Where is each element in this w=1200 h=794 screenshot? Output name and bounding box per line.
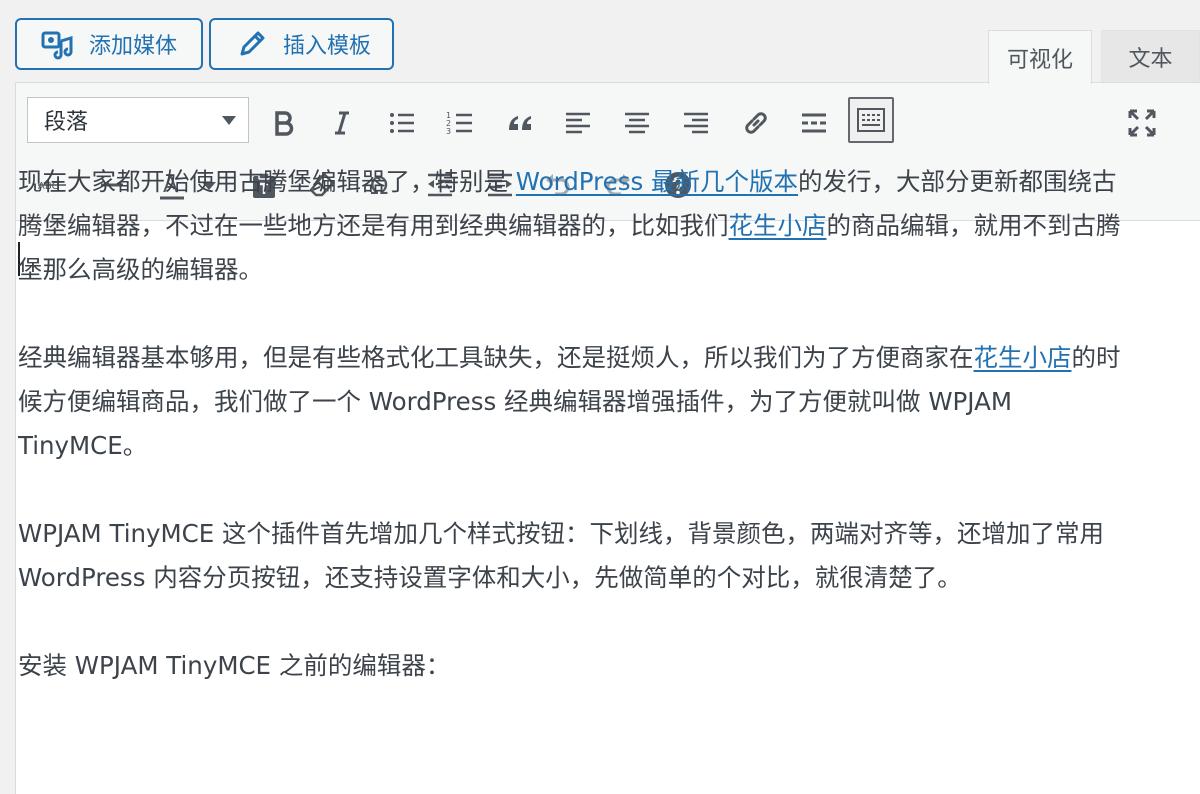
paragraph: 现在大家都开始使用古腾堡编辑器了，特别是 WordPress 最新几个版本的发行… xyxy=(18,160,1138,292)
align-left-icon[interactable] xyxy=(558,103,598,143)
paragraph-text: 经典编辑器基本够用，但是有些格式化工具缺失，还是挺烦人，所以我们为了方便商家在 xyxy=(18,343,974,372)
align-right-icon[interactable] xyxy=(676,103,716,143)
insert-template-label: 插入模板 xyxy=(283,34,372,59)
wordpress-versions-link[interactable]: WordPress 最新几个版本 xyxy=(516,167,798,196)
tab-visual[interactable]: 可视化 xyxy=(988,30,1092,84)
media-icon xyxy=(41,31,73,60)
blockquote-icon[interactable] xyxy=(500,103,540,143)
bold-icon[interactable] xyxy=(264,103,304,143)
chevron-down-icon xyxy=(222,116,236,125)
peanut-shop-link[interactable]: 花生小店 xyxy=(974,343,1072,372)
italic-icon[interactable] xyxy=(322,103,362,143)
pencil-icon xyxy=(240,31,265,56)
read-more-icon[interactable] xyxy=(794,103,834,143)
fullscreen-icon[interactable] xyxy=(1122,103,1162,143)
bullet-list-icon[interactable] xyxy=(382,103,422,143)
tab-text[interactable]: 文本 xyxy=(1101,30,1200,82)
paragraph: WPJAM TinyMCE 这个插件首先增加几个样式按钮：下划线，背景颜色，两端… xyxy=(18,519,1105,592)
link-icon[interactable] xyxy=(736,103,776,143)
peanut-shop-link[interactable]: 花生小店 xyxy=(729,211,827,240)
svg-text:3: 3 xyxy=(446,127,451,136)
insert-template-button[interactable]: 插入模板 xyxy=(209,18,394,70)
add-media-label: 添加媒体 xyxy=(89,34,178,59)
paragraph: 经典编辑器基本够用，但是有些格式化工具缺失，还是挺烦人，所以我们为了方便商家在花… xyxy=(18,336,1138,468)
paragraph: 安装 WPJAM TinyMCE 之前的编辑器： xyxy=(18,651,451,680)
align-center-icon[interactable] xyxy=(617,103,657,143)
add-media-button[interactable]: 添加媒体 xyxy=(15,18,203,70)
editor-content[interactable]: 现在大家都开始使用古腾堡编辑器了，特别是 WordPress 最新几个版本的发行… xyxy=(18,160,1138,732)
paragraph-text: 现在大家都开始使用古腾堡编辑器了，特别是 xyxy=(18,167,516,196)
toolbar-toggle-icon[interactable] xyxy=(848,97,894,143)
format-select[interactable]: 段落 xyxy=(27,97,249,143)
numbered-list-icon[interactable]: 123 xyxy=(440,103,480,143)
format-select-value: 段落 xyxy=(44,110,89,135)
media-buttons: 添加媒体 插入模板 xyxy=(15,18,394,70)
